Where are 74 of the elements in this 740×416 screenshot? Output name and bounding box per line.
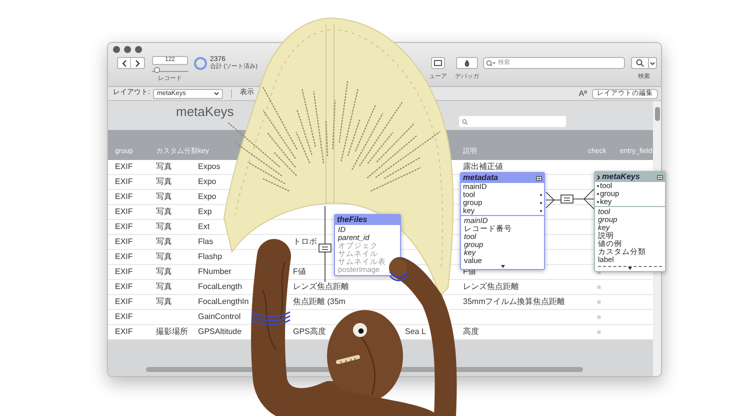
table-cell: 写真 [156, 251, 172, 263]
table-cell: トロボ [293, 236, 317, 248]
table-cell: EXIF [115, 296, 133, 308]
viewer-button[interactable] [431, 57, 445, 69]
chevron-down-icon [214, 92, 219, 95]
table-cell: 写真 [156, 266, 172, 278]
layout-title: metaKeys [175, 103, 234, 121]
table-cell: EXIF [115, 191, 133, 203]
table-cell: EXIF [115, 326, 133, 338]
table-cell: 写真 [156, 221, 172, 233]
table-cell: EXIF [115, 281, 133, 293]
chevron-left-icon [122, 60, 126, 66]
relationship-line [546, 188, 594, 210]
table-cell: EXIF [115, 236, 133, 248]
search-icon [462, 118, 468, 124]
table-cell: F値 [293, 266, 306, 278]
table-cell: Expo [198, 176, 216, 188]
search-button[interactable] [631, 57, 649, 69]
table-cell: 写真 [156, 206, 172, 218]
table-cell: 露出補正値 [463, 161, 503, 173]
vertical-scrollbar[interactable] [654, 107, 660, 121]
table-cell: EXIF [115, 311, 133, 323]
chevron-right-icon [135, 60, 140, 66]
table-cell: Flashp [198, 251, 222, 263]
table-cell: EXIF [115, 251, 133, 263]
slider-thumb[interactable] [154, 67, 160, 73]
table-cell: Expos [198, 161, 220, 173]
table-name: theFiles [337, 214, 368, 226]
search-icon [636, 59, 644, 67]
table-cell: GPSAltitude [198, 326, 242, 338]
table-cell: 写真 [156, 191, 172, 203]
table-icon [657, 174, 663, 180]
table-cell: 35mmフイルム換算焦点距離 [463, 296, 566, 308]
table-cell: Sea L [405, 326, 426, 338]
table-cell: 写真 [156, 236, 172, 248]
table-cell: EXIF [115, 221, 133, 233]
table-cell: FNumber [198, 266, 232, 278]
search-options-button[interactable] [649, 57, 657, 69]
table-cell: 高度 [463, 326, 479, 338]
table-cell: 撮影場所 [156, 326, 188, 338]
table-cell: Flas [198, 236, 214, 248]
window-icon [434, 60, 442, 66]
table-cell: レンズ焦点距離 [293, 281, 349, 293]
record-slider[interactable] [152, 66, 188, 72]
ring-icon [194, 57, 207, 70]
table-cell: Ext [198, 221, 210, 233]
scroll-arrow-icon[interactable] [628, 267, 632, 270]
table-cell: FocalLength [198, 281, 242, 293]
table-cell: レンズ焦点距離 [463, 281, 519, 293]
bug-icon [464, 60, 470, 66]
table-icon [536, 176, 542, 180]
caret-icon [650, 62, 655, 64]
table-cell: GainControl [198, 311, 241, 323]
table-cell: Exp [198, 206, 212, 218]
table-cell: Expo [198, 191, 216, 203]
table-name: metaKeys [602, 171, 640, 182]
table-cell: EXIF [115, 206, 133, 218]
table-cell: GPS高度 [293, 326, 326, 338]
debugger-button[interactable] [456, 57, 478, 69]
search-icon [486, 60, 496, 66]
text-format-button[interactable]: Aª [578, 88, 587, 100]
table-name: metadata [463, 172, 498, 184]
table-cell: EXIF [115, 176, 133, 188]
table-cell: EXIF [115, 266, 133, 278]
scroll-arrow-icon[interactable] [500, 265, 504, 268]
table-cell: 写真 [156, 281, 172, 293]
table-cell: EXIF [115, 161, 133, 173]
table-cell: 写真 [156, 176, 172, 188]
find-field[interactable] [459, 116, 566, 127]
table-cell: 写真 [156, 296, 172, 308]
table-cell: FocalLengthIn [198, 296, 249, 308]
table-cell: 写真 [156, 161, 172, 173]
table-cell: 焦点距離 (35m [293, 296, 346, 308]
chevron-right-icon [597, 174, 600, 180]
